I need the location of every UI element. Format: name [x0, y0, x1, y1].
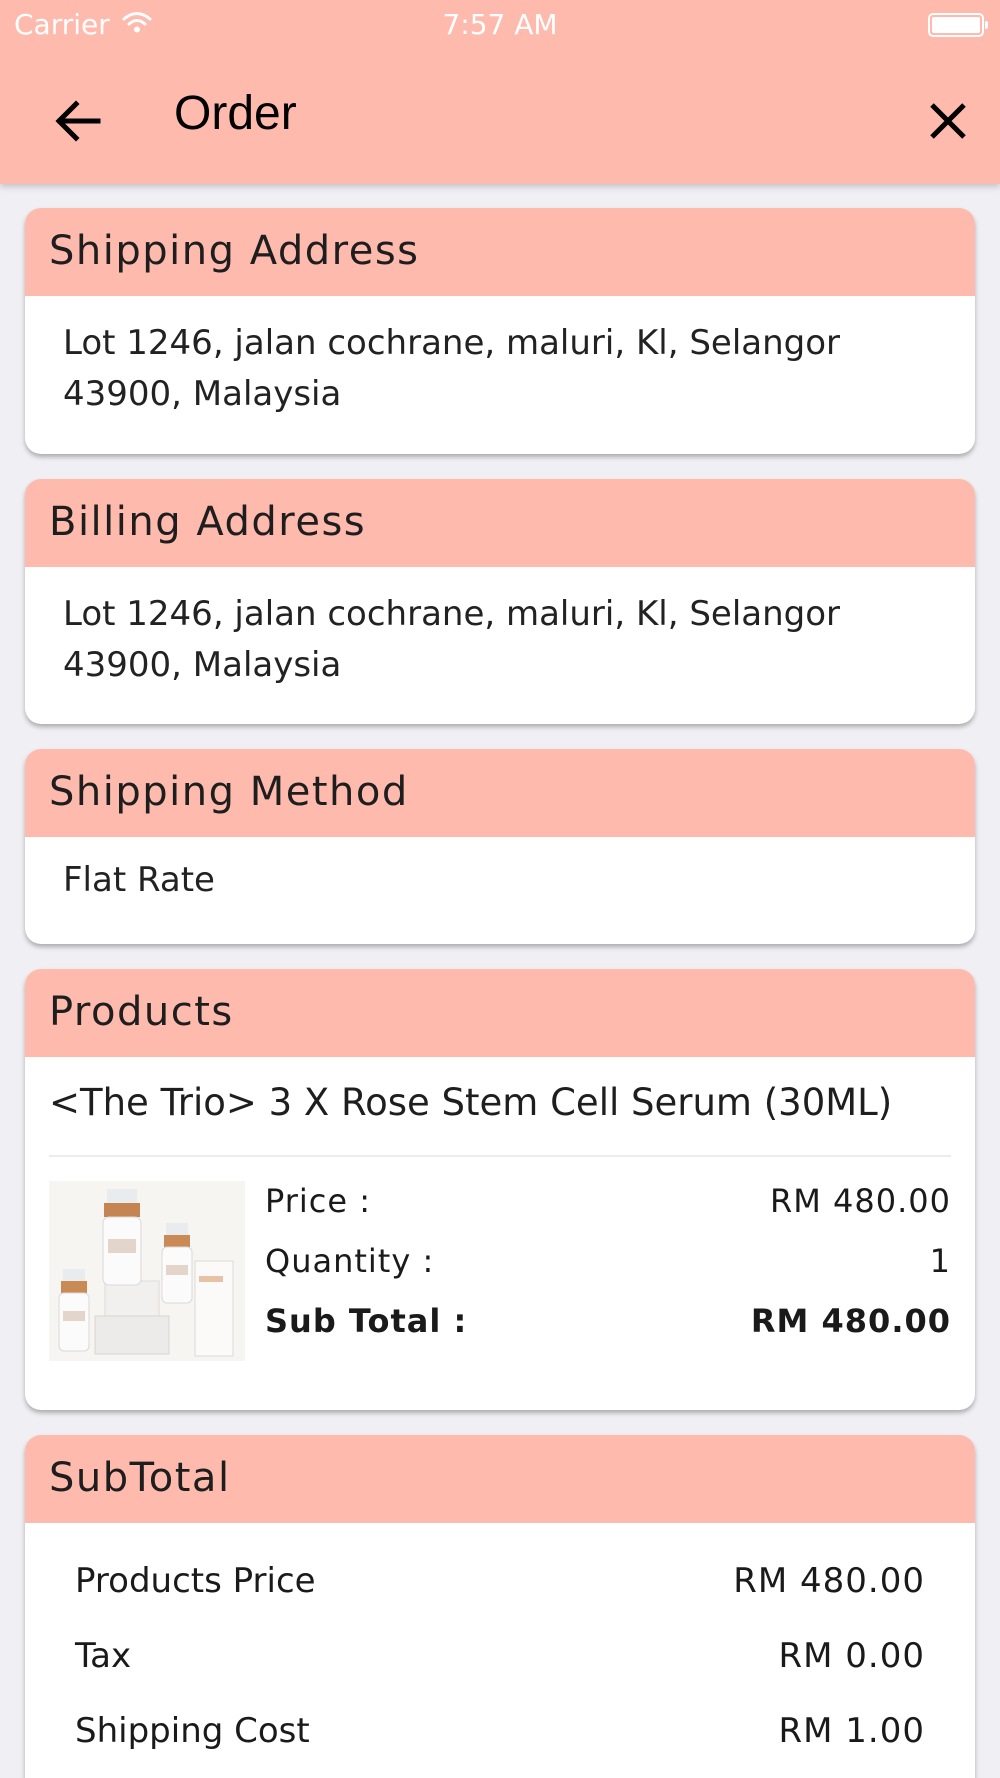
battery-icon	[928, 13, 988, 37]
billing-address-line1: Lot 1246, jalan cochrane, maluri, Kl, Se…	[63, 594, 841, 634]
status-bar: Carrier 7:57 AM	[0, 0, 1000, 50]
products-price-value: RM 480.00	[733, 1561, 925, 1601]
subtotal-label: Sub Total :	[265, 1302, 468, 1340]
page-title: Order	[174, 87, 297, 140]
shipping-address-card: Shipping Address Lot 1246, jalan cochran…	[25, 208, 975, 454]
quantity-label: Quantity :	[265, 1242, 435, 1280]
shipping-cost-label: Shipping Cost	[75, 1711, 310, 1751]
back-button[interactable]	[48, 92, 108, 152]
shipping-address-body: Lot 1246, jalan cochrane, maluri, Kl, Se…	[25, 296, 975, 442]
quantity-value: 1	[929, 1242, 951, 1280]
shipping-address-line2: 43900, Malaysia	[63, 374, 342, 414]
product-row: Price : RM 480.00 Quantity : 1 Sub Total…	[25, 1157, 975, 1387]
subtotal-title: SubTotal	[25, 1435, 975, 1523]
price-value: RM 480.00	[770, 1182, 951, 1220]
app-bar: Carrier 7:57 AM Order	[0, 0, 1000, 184]
shipping-address-title: Shipping Address	[25, 208, 975, 296]
close-button[interactable]	[918, 92, 978, 152]
products-card: Products <The Trio> 3 X Rose Stem Cell S…	[25, 969, 975, 1410]
product-image[interactable]	[49, 1181, 245, 1361]
shipping-address-line1: Lot 1246, jalan cochrane, maluri, Kl, Se…	[63, 323, 841, 363]
product-name[interactable]: <The Trio> 3 X Rose Stem Cell Serum (30M…	[25, 1057, 975, 1125]
status-time: 7:57 AM	[442, 8, 558, 41]
products-title: Products	[25, 969, 975, 1057]
shipping-method-value: Flat Rate	[63, 860, 215, 900]
products-price-label: Products Price	[75, 1561, 316, 1601]
price-label: Price :	[265, 1182, 372, 1220]
shipping-method-card: Shipping Method Flat Rate	[25, 749, 975, 944]
close-icon	[930, 103, 966, 139]
subtotal-value: RM 480.00	[750, 1302, 951, 1340]
shipping-cost-value: RM 1.00	[778, 1711, 925, 1751]
billing-address-line2: 43900, Malaysia	[63, 645, 342, 685]
tax-value: RM 0.00	[778, 1636, 925, 1676]
subtotal-card: SubTotal Products Price RM 480.00 Tax RM…	[25, 1435, 975, 1778]
billing-address-card: Billing Address Lot 1246, jalan cochrane…	[25, 479, 975, 724]
billing-address-body: Lot 1246, jalan cochrane, maluri, Kl, Se…	[25, 567, 975, 713]
billing-address-title: Billing Address	[25, 479, 975, 567]
shipping-method-title: Shipping Method	[25, 749, 975, 837]
arrow-left-icon	[55, 100, 101, 142]
shipping-method-body: Flat Rate	[25, 837, 975, 928]
tax-label: Tax	[75, 1636, 132, 1676]
